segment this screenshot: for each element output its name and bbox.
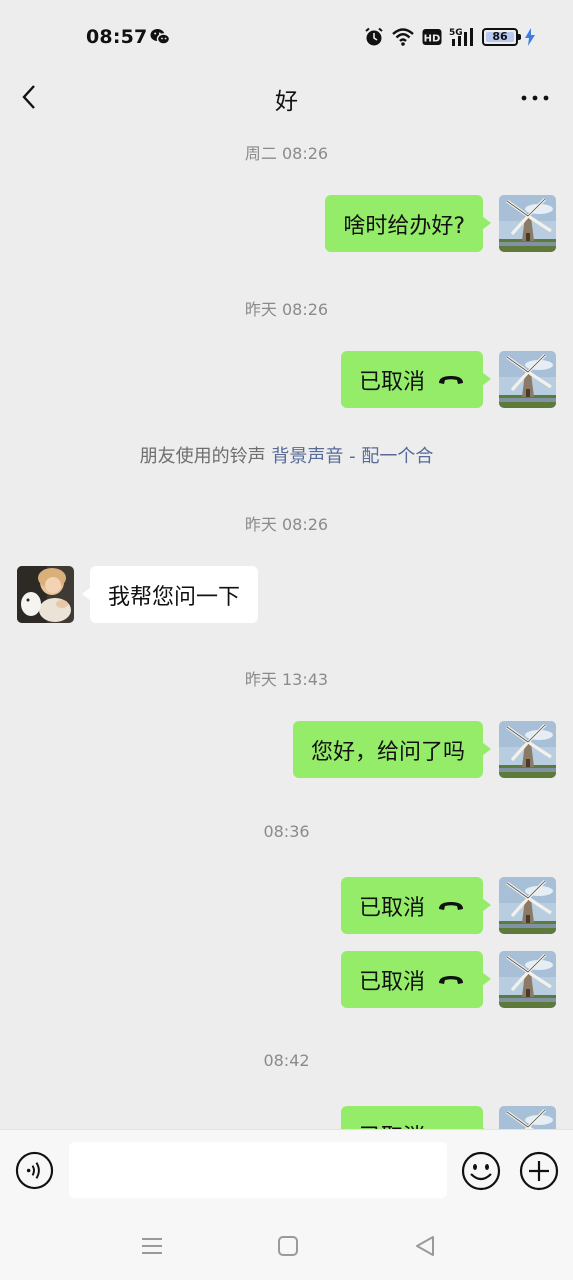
message-text: 已取消 xyxy=(358,969,425,995)
battery-level: 86 xyxy=(492,30,508,43)
outgoing-message[interactable]: 您好，给问了吗 xyxy=(292,721,492,778)
message-timestamp: 昨天 08:26 xyxy=(244,515,329,534)
message-text: 啥时给办好? xyxy=(343,213,465,239)
self-avatar[interactable] xyxy=(499,1106,556,1129)
self-avatar[interactable] xyxy=(499,951,556,1008)
message-list[interactable]: 周二 08:26 啥时给办好? 昨天 08:26 已取消 朋友使用的铃声 背景声… xyxy=(0,122,573,1129)
self-avatar[interactable] xyxy=(499,351,556,408)
self-avatar[interactable] xyxy=(499,195,556,252)
back-key-icon[interactable] xyxy=(413,1234,437,1258)
chat-title: 好 xyxy=(275,89,298,115)
self-avatar[interactable] xyxy=(499,877,556,934)
message-timestamp: 昨天 13:43 xyxy=(244,670,329,689)
wechat-icon xyxy=(150,29,170,45)
ringtone-link[interactable]: 背景声音 - 配一个合 xyxy=(271,446,433,467)
outgoing-call-message[interactable]: 已取消 xyxy=(340,951,492,1008)
voice-icon[interactable] xyxy=(15,1151,54,1190)
message-timestamp: 昨天 08:26 xyxy=(244,300,329,319)
signal-icon: 5G xyxy=(449,28,473,46)
call-cancelled-icon xyxy=(437,899,465,913)
home-key-icon[interactable] xyxy=(276,1234,300,1258)
message-text: 已取消 xyxy=(359,1119,425,1130)
message-text: 已取消 xyxy=(358,369,425,395)
more-dots-icon xyxy=(521,95,549,101)
outgoing-message[interactable]: 啥时给办好? xyxy=(325,195,491,252)
incoming-message[interactable]: 我帮您问一下 xyxy=(81,566,259,623)
chat-header: 好 xyxy=(0,72,573,122)
battery-icon: 86 xyxy=(482,28,521,46)
message-timestamp: 08:42 xyxy=(263,1051,310,1070)
outgoing-call-message[interactable]: 已取消 xyxy=(340,877,492,934)
svg-text:HD: HD xyxy=(424,34,441,45)
ringtone-notice: 朋友使用的铃声 背景声音 - 配一个合 xyxy=(0,442,573,468)
menu-key-icon[interactable] xyxy=(140,1234,164,1258)
message-text: 您好，给问了吗 xyxy=(310,739,465,765)
message-text: 我帮您问一下 xyxy=(108,584,241,610)
message-timestamp: 周二 08:26 xyxy=(244,144,329,163)
call-cancelled-icon xyxy=(437,373,465,387)
message-timestamp: 08:36 xyxy=(263,822,310,841)
call-cancelled-icon xyxy=(437,973,465,987)
message-input[interactable] xyxy=(69,1142,447,1198)
contact-avatar[interactable] xyxy=(17,566,74,623)
input-bar xyxy=(0,1129,573,1210)
hd-icon: HD xyxy=(422,29,442,45)
outgoing-call-message[interactable]: 已取消 xyxy=(340,1106,492,1130)
self-avatar[interactable] xyxy=(499,721,556,778)
more-button[interactable] xyxy=(519,86,551,110)
message-text: 已取消 xyxy=(358,895,425,921)
status-bar: 08:57 HD 5G 86 xyxy=(0,0,573,72)
ringtone-notice-text: 朋友使用的铃声 xyxy=(139,446,266,467)
wifi-icon xyxy=(392,28,414,46)
plus-icon[interactable] xyxy=(519,1151,559,1191)
system-nav-bar xyxy=(0,1210,573,1280)
emoji-icon[interactable] xyxy=(461,1151,501,1191)
alarm-icon xyxy=(365,27,383,46)
status-time: 08:57 xyxy=(86,26,148,48)
charging-icon xyxy=(525,28,535,46)
outgoing-call-message[interactable]: 已取消 xyxy=(340,351,492,408)
